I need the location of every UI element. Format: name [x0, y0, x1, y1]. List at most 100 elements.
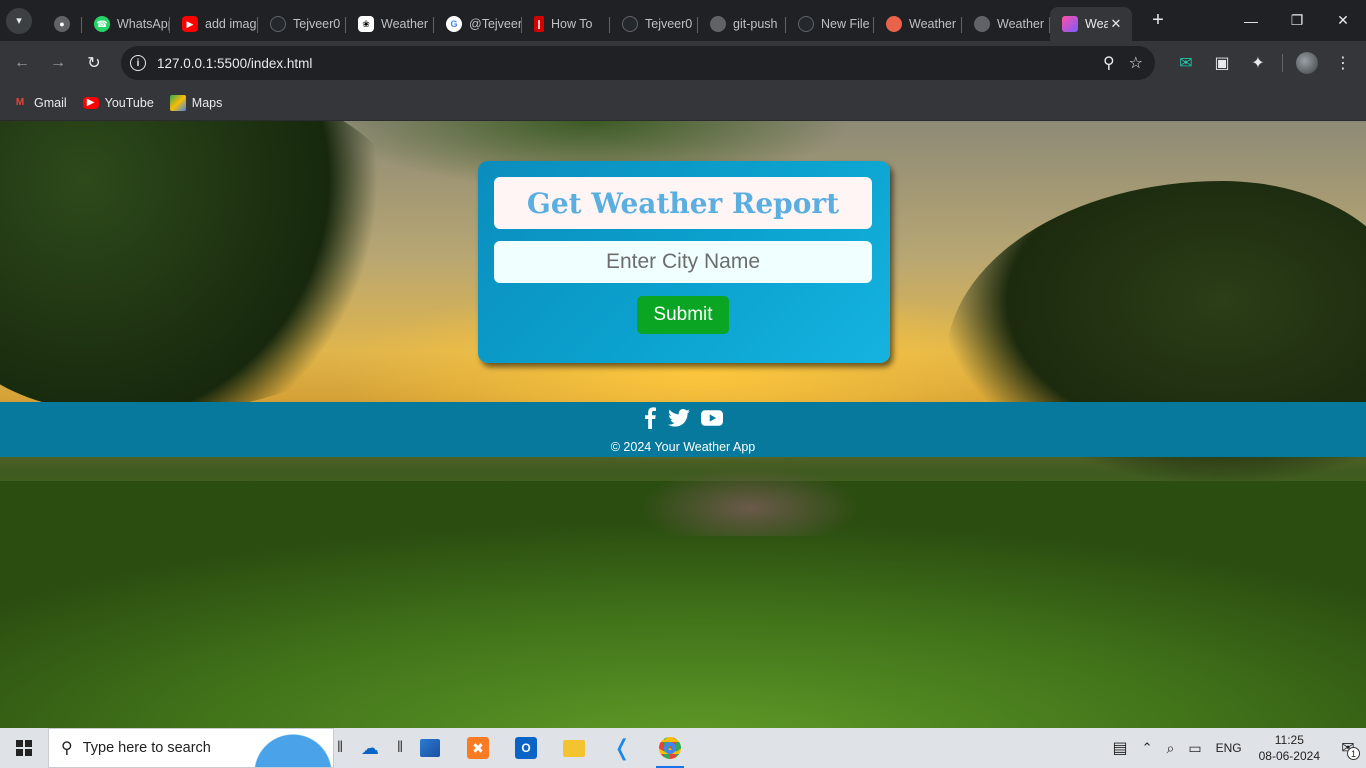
taskbar-file-explorer[interactable]: [550, 728, 598, 768]
tab-4[interactable]: ❀ Weather: [346, 7, 434, 41]
restore-icon: ❐: [1290, 12, 1304, 28]
tab-2[interactable]: ▶ add image: [170, 7, 258, 41]
tab-11[interactable]: Weather: [962, 7, 1050, 41]
extensions-button[interactable]: ✦: [1240, 45, 1276, 81]
close-window-button[interactable]: ✕: [1320, 0, 1366, 41]
weather-icon: [886, 16, 902, 32]
back-button[interactable]: ←: [4, 45, 40, 81]
browser-menu-button[interactable]: ⋮: [1325, 45, 1361, 81]
tab-12-active[interactable]: Weather ✕: [1050, 7, 1132, 41]
start-button[interactable]: [0, 728, 48, 768]
bookmark-star-icon[interactable]: ☆: [1129, 53, 1143, 73]
tab-label: Weather: [1085, 17, 1108, 31]
github-icon: [622, 16, 638, 32]
notification-center-button[interactable]: ✉ 1: [1330, 728, 1366, 768]
bookmark-label: Maps: [191, 95, 223, 110]
page-title: Get Weather Report: [494, 177, 872, 229]
vscode-icon: ❬: [612, 735, 632, 760]
tab-label: Weather: [909, 17, 957, 31]
city-name-input[interactable]: [494, 241, 872, 283]
profile-button[interactable]: [1289, 45, 1325, 81]
tab-7[interactable]: Tejveer0: [610, 7, 698, 41]
extension-tab-manager[interactable]: ▣: [1204, 45, 1240, 81]
clock-time: 11:25: [1274, 733, 1304, 747]
outlook-icon: O: [515, 737, 537, 759]
bookmark-label: YouTube: [104, 95, 154, 110]
task-view-button[interactable]: ▤: [1105, 728, 1134, 768]
tab-manager-icon: ▣: [1214, 55, 1230, 72]
search-icon: ⚲: [61, 740, 73, 757]
taskbar-chrome[interactable]: [646, 728, 694, 768]
tab-label: New File: [821, 17, 870, 31]
background-tree: [0, 121, 420, 411]
battery-button[interactable]: ▭: [1181, 728, 1208, 768]
xampp-icon: ✖: [467, 737, 489, 759]
tab-8[interactable]: git-push: [698, 7, 786, 41]
tab-label: Tejveer0: [293, 17, 341, 31]
tab-1[interactable]: ☎ WhatsApp: [82, 7, 170, 41]
tab-label: WhatsApp: [117, 17, 170, 31]
taskbar-search[interactable]: ⚲ Type here to search: [48, 728, 334, 768]
taskbar-store[interactable]: [406, 728, 454, 768]
minimize-button[interactable]: —: [1228, 0, 1274, 41]
search-highlight-art: [253, 729, 333, 767]
store-icon: [420, 739, 440, 757]
address-bar[interactable]: i 127.0.0.1:5500/index.html ⚲ ☆: [121, 46, 1155, 80]
tab-label: git-push: [733, 17, 778, 31]
tab-0[interactable]: ●: [42, 7, 82, 41]
news-icon: ▤: [1112, 740, 1128, 757]
submit-button[interactable]: Submit: [637, 296, 729, 334]
facebook-icon[interactable]: [643, 406, 657, 430]
zoom-icon[interactable]: ⚲: [1103, 53, 1115, 73]
clock-date: 08-06-2024: [1258, 749, 1320, 763]
battery-icon: ▭: [1188, 739, 1202, 756]
close-icon[interactable]: ✕: [1108, 16, 1124, 32]
tray-overflow-button[interactable]: ⌃: [1135, 728, 1160, 768]
taskbar-xampp[interactable]: ✖: [454, 728, 502, 768]
tab-5[interactable]: G @Tejveer: [434, 7, 522, 41]
mail-icon: ✉: [1179, 55, 1193, 72]
extension-mail[interactable]: ✉: [1168, 45, 1204, 81]
globe-icon: ●: [54, 16, 70, 32]
taskbar-outlook[interactable]: O: [502, 728, 550, 768]
taskbar-onedrive[interactable]: ☁: [346, 728, 394, 768]
chevron-down-icon: ▾: [16, 15, 22, 27]
tab-strip: ▾ ● ☎ WhatsApp ▶ add image Tejveer0 ❀ We…: [0, 0, 1366, 41]
tab-10[interactable]: Weather: [874, 7, 962, 41]
chevron-up-icon: ⌃: [1141, 740, 1153, 755]
chrome-icon: [659, 737, 681, 759]
language-indicator[interactable]: ENG: [1209, 728, 1249, 768]
search-placeholder: Type here to search: [82, 740, 211, 756]
weather-form-card: Get Weather Report Submit: [478, 161, 890, 363]
restore-button[interactable]: ❐: [1274, 0, 1320, 41]
tab-3[interactable]: Tejveer0: [258, 7, 346, 41]
tab-6[interactable]: ❙ How To: [522, 7, 610, 41]
new-tab-button[interactable]: +: [1144, 7, 1172, 35]
twitter-icon[interactable]: [668, 406, 690, 430]
taskbar-vscode[interactable]: ❬: [598, 728, 646, 768]
site-info-icon[interactable]: i: [130, 55, 146, 71]
reload-button[interactable]: ↻: [76, 45, 112, 81]
bookmarks-bar: M Gmail ▶ YouTube Maps: [0, 85, 1366, 121]
weather-app-icon: [1062, 16, 1078, 32]
avatar: [1296, 52, 1318, 74]
bookmark-maps[interactable]: Maps: [169, 94, 223, 111]
omnibox-actions: ⚲ ☆: [1103, 46, 1143, 80]
puzzle-icon: ✦: [1251, 55, 1265, 72]
w3-icon: ❙: [534, 16, 544, 32]
globe-icon: [710, 16, 726, 32]
tab-9[interactable]: New File: [786, 7, 874, 41]
wifi-button[interactable]: ⌕: [1160, 728, 1182, 768]
tab-search-button[interactable]: ▾: [6, 7, 32, 34]
clock[interactable]: 11:25 08-06-2024: [1249, 732, 1330, 764]
bookmark-label: Gmail: [34, 95, 67, 110]
taskbar-divider: ‖: [336, 739, 344, 756]
tab-label: add image: [205, 17, 258, 31]
maps-icon: [169, 94, 186, 111]
forward-button[interactable]: →: [40, 45, 76, 81]
url-text[interactable]: 127.0.0.1:5500/index.html: [157, 56, 312, 71]
tab-label: @Tejveer: [469, 17, 522, 31]
bookmark-youtube[interactable]: ▶ YouTube: [82, 95, 154, 110]
bookmark-gmail[interactable]: M Gmail: [12, 95, 67, 111]
youtube-icon[interactable]: [701, 406, 723, 430]
